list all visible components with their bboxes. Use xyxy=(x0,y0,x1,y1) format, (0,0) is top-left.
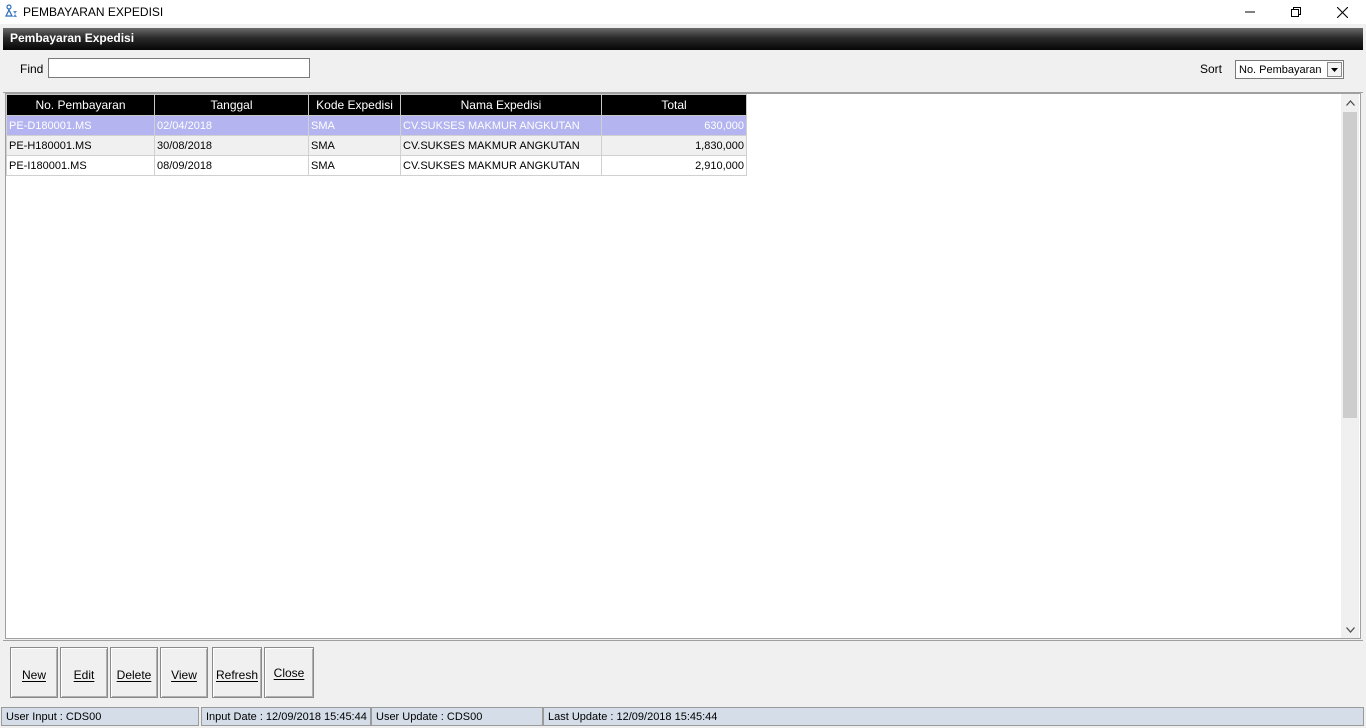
search-bar: Find Sort No. Pembayaran xyxy=(3,52,1363,93)
minimize-button[interactable] xyxy=(1227,0,1273,24)
column-header-no-pembayaran[interactable]: No. Pembayaran xyxy=(6,94,155,116)
restore-button[interactable] xyxy=(1273,0,1319,24)
column-header-nama-expedisi[interactable]: Nama Expedisi xyxy=(400,94,602,116)
find-label: Find xyxy=(20,62,44,76)
column-header-kode-expedisi[interactable]: Kode Expedisi xyxy=(308,94,401,116)
cell-total[interactable]: 2,910,000 xyxy=(601,155,747,176)
cell-nama-expedisi[interactable]: CV.SUKSES MAKMUR ANGKUTAN xyxy=(400,155,602,176)
scroll-thumb[interactable] xyxy=(1343,112,1357,418)
cell-no-pembayaran[interactable]: PE-I180001.MS xyxy=(6,155,155,176)
restore-icon xyxy=(1291,7,1301,17)
sort-label: Sort xyxy=(1200,62,1223,76)
status-input-date: Input Date : 12/09/2018 15:45:44 xyxy=(201,707,371,726)
button-bar: New Edit Delete View Refresh Close xyxy=(3,640,1363,703)
delete-button[interactable]: Delete xyxy=(110,647,158,698)
cell-kode-expedisi[interactable]: SMA xyxy=(308,155,401,176)
edit-button[interactable]: Edit xyxy=(60,647,108,698)
cell-kode-expedisi[interactable]: SMA xyxy=(308,115,401,136)
close-button[interactable]: Close xyxy=(264,647,314,698)
table-row[interactable]: PE-I180001.MS 08/09/2018 SMA CV.SUKSES M… xyxy=(6,155,747,176)
table-row[interactable]: PE-D180001.MS 02/04/2018 SMA CV.SUKSES M… xyxy=(6,115,747,136)
chevron-down-icon xyxy=(1331,67,1338,72)
sort-selected-value: No. Pembayaran xyxy=(1239,64,1322,76)
vertical-scrollbar[interactable] xyxy=(1341,94,1359,638)
column-header-tanggal[interactable]: Tanggal xyxy=(154,94,309,116)
status-last-update: Last Update : 12/09/2018 15:45:44 xyxy=(543,707,1364,726)
cell-tanggal[interactable]: 08/09/2018 xyxy=(154,155,309,176)
data-table: No. Pembayaran Tanggal Kode Expedisi Nam… xyxy=(6,94,747,176)
cell-tanggal[interactable]: 30/08/2018 xyxy=(154,135,309,156)
cell-nama-expedisi[interactable]: CV.SUKSES MAKMUR ANGKUTAN xyxy=(400,135,602,156)
cell-total[interactable]: 630,000 xyxy=(601,115,747,136)
new-button[interactable]: New xyxy=(10,647,58,698)
cell-tanggal[interactable]: 02/04/2018 xyxy=(154,115,309,136)
refresh-button[interactable]: Refresh xyxy=(212,647,262,698)
column-header-total[interactable]: Total xyxy=(601,94,747,116)
data-grid[interactable]: No. Pembayaran Tanggal Kode Expedisi Nam… xyxy=(5,93,1361,639)
header-row: No. Pembayaran Tanggal Kode Expedisi Nam… xyxy=(6,94,747,116)
minimize-icon xyxy=(1245,11,1255,13)
cell-no-pembayaran[interactable]: PE-H180001.MS xyxy=(6,135,155,156)
close-icon xyxy=(1336,6,1348,18)
find-input[interactable] xyxy=(48,58,310,78)
sort-select[interactable]: No. Pembayaran xyxy=(1235,60,1344,79)
cell-no-pembayaran[interactable]: PE-D180001.MS xyxy=(6,115,155,136)
status-bar: User Input : CDS00 Input Date : 12/09/20… xyxy=(0,706,1366,728)
panel-title: Pembayaran Expedisi xyxy=(10,31,135,45)
cell-kode-expedisi[interactable]: SMA xyxy=(308,135,401,156)
person-hourglass-icon xyxy=(5,4,17,17)
table-row[interactable]: PE-H180001.MS 30/08/2018 SMA CV.SUKSES M… xyxy=(6,135,747,156)
scroll-down-button[interactable] xyxy=(1341,621,1359,638)
status-user-input: User Input : CDS00 xyxy=(1,707,199,726)
cell-total[interactable]: 1,830,000 xyxy=(601,135,747,156)
chevron-up-icon xyxy=(1345,99,1355,106)
status-user-update: User Update : CDS00 xyxy=(371,707,543,726)
close-window-button[interactable] xyxy=(1319,0,1365,24)
cell-nama-expedisi[interactable]: CV.SUKSES MAKMUR ANGKUTAN xyxy=(400,115,602,136)
panel-header: Pembayaran Expedisi xyxy=(3,28,1363,50)
window-title: PEMBAYARAN EXPEDISI xyxy=(23,5,164,19)
sort-dropdown-button[interactable] xyxy=(1327,62,1342,77)
view-button[interactable]: View xyxy=(160,647,208,698)
scroll-up-button[interactable] xyxy=(1341,94,1359,111)
title-bar: PEMBAYARAN EXPEDISI xyxy=(0,0,1366,24)
chevron-down-icon xyxy=(1345,626,1355,633)
